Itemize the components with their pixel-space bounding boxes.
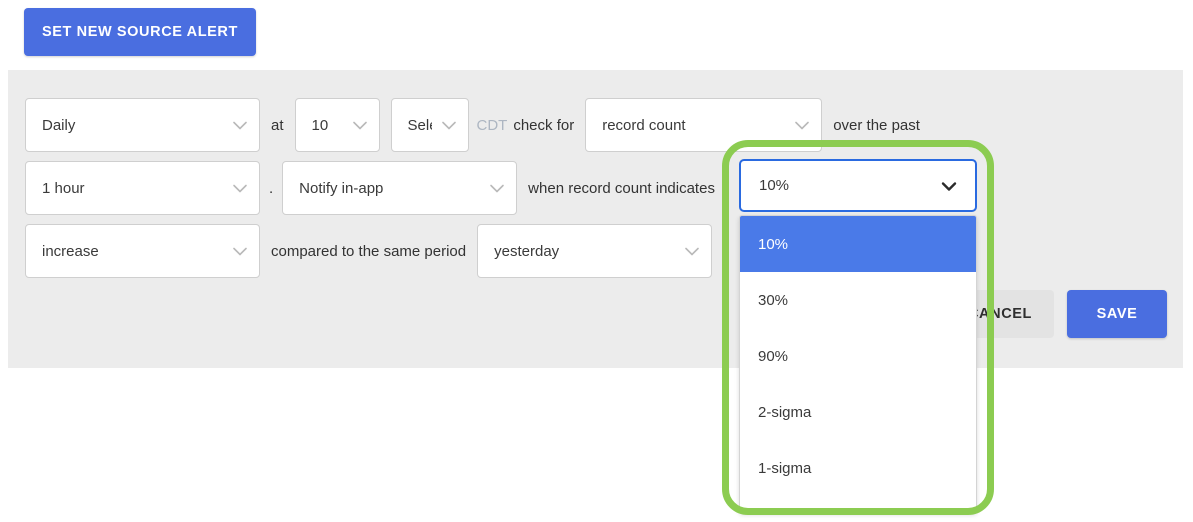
period-separator-label: . bbox=[269, 179, 274, 197]
chevron-down-icon bbox=[352, 121, 367, 130]
chevron-down-icon bbox=[233, 121, 247, 130]
threshold-option-label: 10% bbox=[758, 235, 789, 253]
threshold-option[interactable]: 1-sigma bbox=[740, 440, 976, 496]
comparison-period-select[interactable]: yesterday bbox=[477, 224, 713, 278]
threshold-dropdown-trigger[interactable]: 10% bbox=[739, 159, 977, 212]
chevron-down-icon bbox=[441, 121, 456, 130]
notification-select[interactable]: Notify in-app bbox=[282, 161, 518, 215]
form-row-comparison: increase compared to the same period yes… bbox=[25, 224, 734, 278]
chevron-down-icon bbox=[233, 184, 247, 193]
threshold-dropdown[interactable]: 10% 10% 30% 90% 2-sigma 1-sigma bbox=[739, 159, 977, 513]
notification-select-value: Notify in-app bbox=[299, 179, 384, 197]
form-actions: CANCEL SAVE bbox=[945, 290, 1167, 338]
check-for-label: check for bbox=[513, 116, 575, 134]
compared-to-same-period-label: compared to the same period bbox=[271, 242, 467, 260]
direction-select-value: increase bbox=[42, 242, 99, 260]
minute-select[interactable]: Sele bbox=[390, 98, 469, 152]
when-record-count-indicates-label: when record count indicates bbox=[528, 179, 715, 197]
timezone-label: CDT bbox=[476, 116, 508, 134]
threshold-option-label: 2-sigma bbox=[758, 403, 812, 421]
hour-select-value: 10 bbox=[311, 116, 329, 134]
threshold-dropdown-value: 10% bbox=[759, 177, 790, 194]
threshold-option[interactable]: 30% bbox=[740, 272, 976, 328]
minute-select-value: Sele bbox=[407, 116, 432, 134]
at-label: at bbox=[271, 116, 284, 134]
set-new-source-alert-button[interactable]: SET NEW SOURCE ALERT bbox=[24, 8, 256, 56]
direction-select[interactable]: increase bbox=[25, 224, 260, 278]
chevron-down-icon bbox=[941, 181, 957, 191]
alert-form-panel: Daily at 10 Sele CDT check for record co… bbox=[8, 70, 1183, 368]
metric-select-value: record count bbox=[602, 116, 686, 134]
threshold-dropdown-list[interactable]: 10% 30% 90% 2-sigma 1-sigma bbox=[739, 215, 977, 513]
threshold-option[interactable]: 90% bbox=[740, 328, 976, 384]
lookback-period-select-value: 1 hour bbox=[42, 179, 85, 197]
chevron-down-icon bbox=[795, 121, 810, 130]
save-button[interactable]: SAVE bbox=[1067, 290, 1167, 338]
chevron-down-icon bbox=[233, 247, 247, 256]
form-row-notify: 1 hour . Notify in-app when record count… bbox=[25, 161, 726, 215]
trailing-separator-label: . bbox=[721, 242, 726, 260]
form-row-schedule: Daily at 10 Sele CDT check for record co… bbox=[25, 98, 931, 152]
threshold-option[interactable]: 2-sigma bbox=[740, 384, 976, 440]
chevron-down-icon bbox=[490, 184, 504, 193]
over-the-past-label: over the past bbox=[833, 116, 920, 134]
frequency-select[interactable]: Daily bbox=[25, 98, 260, 152]
threshold-option[interactable]: 10% bbox=[740, 216, 976, 272]
frequency-select-value: Daily bbox=[42, 116, 76, 134]
lookback-period-select[interactable]: 1 hour bbox=[25, 161, 260, 215]
metric-select[interactable]: record count bbox=[585, 98, 823, 152]
comparison-period-select-value: yesterday bbox=[494, 242, 560, 260]
threshold-option-label: 1-sigma bbox=[758, 459, 812, 477]
threshold-option-label: 90% bbox=[758, 347, 789, 365]
chevron-down-icon bbox=[685, 247, 699, 256]
threshold-option-label: 30% bbox=[758, 291, 789, 309]
hour-select[interactable]: 10 bbox=[294, 98, 380, 152]
